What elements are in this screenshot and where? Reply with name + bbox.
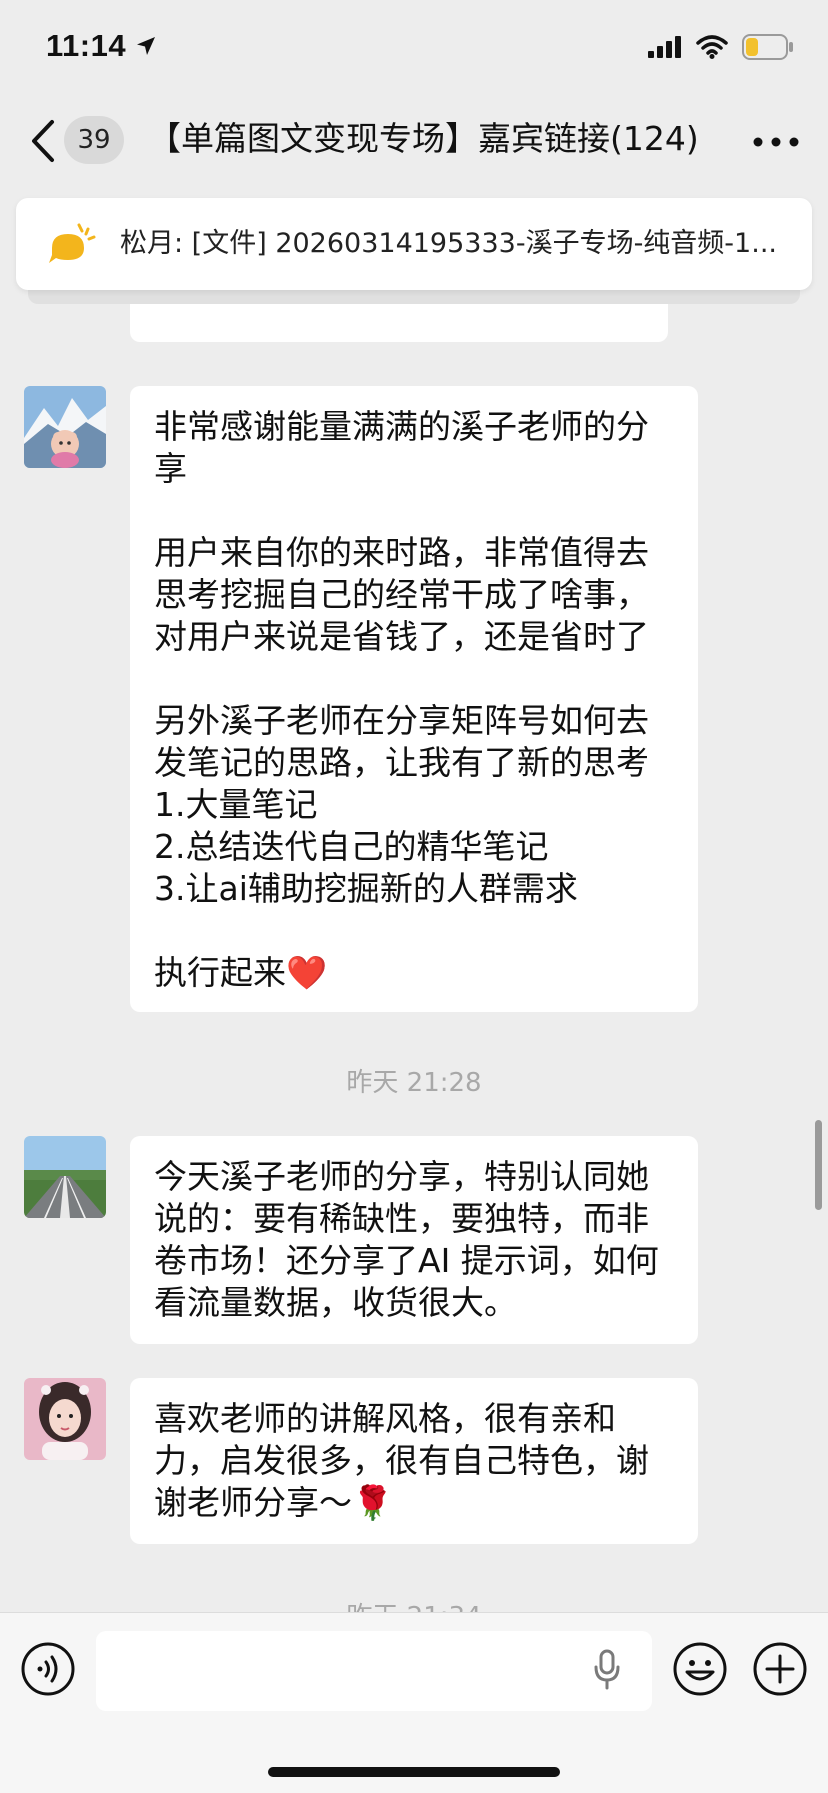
status-time-group: 11:14: [46, 28, 158, 64]
plus-icon[interactable]: [752, 1641, 808, 1697]
message-bubble[interactable]: 喜欢老师的讲解风格，很有亲和力，启发很多，很有自己特色，谢谢老师分享～🌹: [130, 1378, 698, 1544]
message-bubble[interactable]: 非常感谢能量满满的溪子老师的分享 用户来自你的来时路，非常值得去思考挖掘自己的经…: [130, 386, 698, 1012]
more-dots-icon[interactable]: [752, 132, 800, 152]
message-text: 非常感谢能量满满的溪子老师的分享 用户来自你的来时路，非常值得去思考挖掘自己的经…: [154, 407, 649, 992]
wifi-icon: [696, 35, 728, 59]
bubble-icon: [49, 223, 96, 263]
status-time: 11:14: [46, 28, 127, 63]
mic-icon[interactable]: [592, 1649, 622, 1691]
chevron-left-icon[interactable]: [28, 118, 58, 164]
avatar-mountain-image: [24, 386, 106, 468]
message-bubble[interactable]: 今天溪子老师的分享，特别认同她说的：要有稀缺性，要独特，而非卷市场！还分享了AI…: [130, 1136, 698, 1344]
cellular-signal-icon: [648, 36, 681, 58]
avatar-highway-image: [24, 1136, 106, 1218]
status-icons: [634, 34, 794, 60]
rose-emoji: 🌹: [352, 1483, 394, 1522]
emoji-icon[interactable]: [672, 1641, 728, 1697]
message-timestamp: 昨天 21:28: [346, 1068, 482, 1098]
home-indicator[interactable]: [268, 1767, 560, 1777]
avatar-portrait-image: [24, 1378, 106, 1460]
chat-message-list[interactable]: 来融 非常感谢能量满满的溪子老师的分享 用户来自你的来时路，非常值得去思考挖掘自…: [0, 290, 828, 1612]
chat-title: 【单篇图文变现专场】嘉宾链接(124): [148, 119, 699, 158]
heart-emoji: ❤️: [286, 953, 328, 992]
message-text: 喜欢老师的讲解风格，很有亲和力，启发很多，很有自己特色，谢谢老师分享～: [154, 1399, 649, 1522]
battery-icon: [742, 34, 793, 60]
pinned-message-text: 松月: [文件] 20260314195333-溪子专场-纯音频-1...: [120, 228, 777, 259]
pinned-message-bar[interactable]: 松月: [文件] 20260314195333-溪子专场-纯音频-1...: [16, 198, 812, 290]
avatar[interactable]: [24, 1136, 106, 1218]
message-input[interactable]: [96, 1631, 652, 1711]
avatar[interactable]: [24, 386, 106, 468]
location-arrow-icon: [137, 37, 156, 55]
chat-input-bar: [0, 1612, 828, 1793]
scrollbar-thumb[interactable]: [815, 1120, 822, 1210]
status-bar: 11:14: [0, 0, 828, 96]
avatar[interactable]: [24, 1378, 106, 1460]
voice-icon[interactable]: [20, 1641, 76, 1697]
message-timestamp: 昨天 21:34: [0, 1596, 828, 1612]
unread-count-badge[interactable]: 39: [64, 116, 124, 164]
chat-nav-bar: 39 【单篇图文变现专场】嘉宾链接(124): [0, 96, 828, 188]
message-text: 今天溪子老师的分享，特别认同她说的：要有稀缺性，要独特，而非卷市场！还分享了AI…: [154, 1157, 659, 1322]
